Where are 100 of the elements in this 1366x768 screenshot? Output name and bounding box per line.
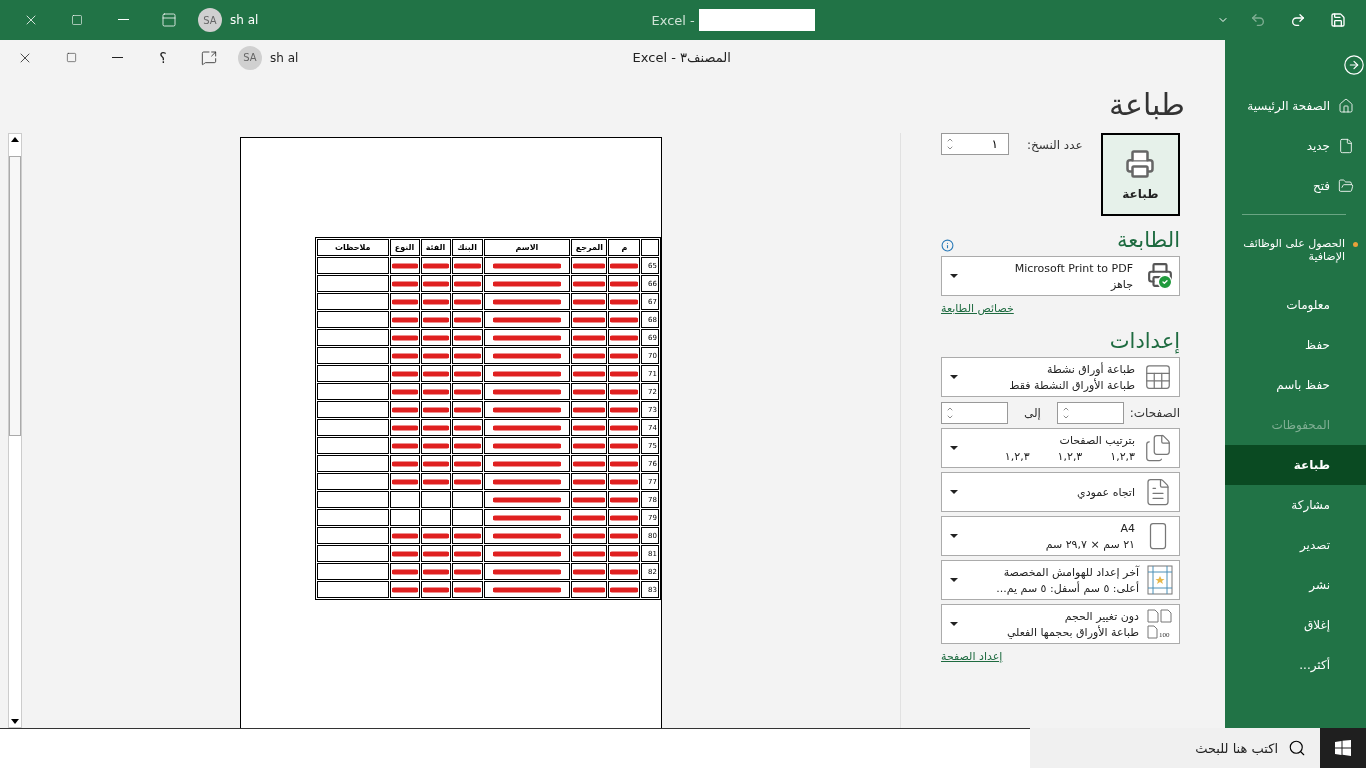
user-avatar[interactable]: SA [238,45,262,70]
redaction-mark [453,351,481,360]
column-header: الفئة [420,239,451,256]
help-button[interactable]: ؟ [140,40,186,75]
redaction-mark [492,405,561,414]
print-button[interactable]: طباعة [1100,133,1180,216]
redaction-mark [391,423,418,432]
redaction-mark [391,531,418,540]
section-heading: إعدادات [1109,329,1180,353]
redaction-mark [573,333,606,342]
redaction-mark [573,513,606,522]
redaction-mark [391,441,418,450]
redaction-mark [492,333,561,342]
sidebar-item[interactable]: حفظ [1225,325,1366,365]
caret-icon [950,446,958,450]
dropdown-subtitle: ٢١ سم × ٢٩,٧ سم [1044,537,1135,551]
settings-dropdown[interactable]: اتجاه عمودي [941,472,1180,512]
sidebar-item[interactable]: جديد [1225,126,1366,166]
redaction-mark [573,261,606,270]
redaction-mark [492,441,561,450]
redaction-mark [391,333,418,342]
redaction-mark [453,333,481,342]
redaction-mark [391,261,418,270]
redaction-mark [573,279,606,288]
redaction-mark [453,423,481,432]
collate-order: ١,٢,٣ [1110,449,1135,463]
page-setup-link[interactable]: إعداد الصفحة [941,650,1003,663]
redaction-mark [391,585,418,594]
dropdown-title: دون تغيير الحجم [1063,609,1139,623]
redaction-mark [422,315,449,324]
redaction-mark [453,585,481,594]
sidebar-item[interactable]: فتح [1225,166,1366,206]
caret-icon [950,274,958,278]
redaction-mark [573,405,606,414]
settings-dropdown[interactable]: بترتيب الصفحات ١,٢,٣ ١,٢,٣ ١,٢,٣ [941,428,1180,468]
feedback-icon [201,49,217,66]
redaction-mark [453,387,481,396]
redaction-mark [492,549,561,558]
redaction-mark [391,315,418,324]
sidebar-item[interactable]: حفظ باسم [1225,365,1366,405]
save-icon [1330,12,1346,28]
sidebar-item[interactable]: مشاركة [1225,485,1366,525]
start-button[interactable] [1320,728,1366,768]
copies-field[interactable]: ١ [941,133,1009,155]
back-button[interactable] [1342,54,1366,78]
minimize-icon [111,56,123,59]
redaction-mark [453,531,481,540]
folder-icon [1338,178,1354,194]
redaction-mark [610,495,639,504]
user-avatar[interactable]: SA [198,8,222,32]
redaction-mark [610,459,639,468]
redaction-mark [453,567,481,576]
dropdown-title: طباعة أوراق نشطة [1046,362,1135,376]
redaction-mark [492,567,561,576]
redaction-mark [610,567,639,576]
redaction-mark [573,567,606,576]
redaction-mark [610,351,639,360]
pages-to-field[interactable] [941,402,1008,424]
document-icon [1338,138,1354,154]
printer-properties-link[interactable]: خصائص الطابعة [941,302,1014,315]
pages-label: الصفحات: [1129,406,1180,420]
vertical-scrollbar[interactable] [8,133,22,728]
printer-name: Microsoft Print to PDF [1013,261,1133,275]
collate-order: ١,٢,٣ [1004,449,1030,463]
sidebar-item[interactable]: الصفحة الرئيسية [1225,86,1366,126]
user-name: sh al [270,50,299,65]
to-label: إلى [1022,406,1042,420]
redaction-mark [391,477,418,486]
pages-stack-icon [1143,433,1173,463]
minimize-icon [117,19,129,21]
redaction-mark [422,351,449,360]
printer-status: جاهز [1109,277,1133,291]
settings-dropdown[interactable]: آخر إعداد للهوامش المخصصة أعلى: ٥ سم أسفل: ٥ سم يم... [941,560,1180,600]
collate-order: ١,٢,٣ [1057,449,1083,463]
redaction-mark [492,477,561,486]
redaction-mark [492,387,561,396]
sidebar-item[interactable]: تصدير [1225,525,1366,565]
pages-from-field[interactable] [1056,402,1124,424]
redaction-mark [610,387,639,396]
window-title: Excel - المصنف٣ [632,50,731,65]
info-icon[interactable] [941,239,954,252]
sidebar-item[interactable]: أكثر... [1225,645,1366,685]
redaction-mark [610,333,639,342]
sidebar-item[interactable]: إغلاق [1225,605,1366,645]
redo-icon [1290,12,1306,28]
redaction-mark [573,531,606,540]
redaction-mark [610,531,639,540]
sidebar-item[interactable]: الحصول على الوظائف الإضافية [1225,227,1366,285]
sidebar-item[interactable]: طباعة [1225,445,1366,485]
settings-dropdown[interactable]: طباعة أوراق نشطة طباعة الأوراق النشطة فقط [941,357,1180,397]
redaction-mark [391,549,418,558]
redaction-mark [610,315,639,324]
printer-icon [1125,148,1156,179]
caret-icon [950,578,958,582]
redaction-mark [610,423,639,432]
redaction-mark [422,567,449,576]
sidebar-item[interactable]: نشر [1225,565,1366,605]
sidebar-item[interactable]: معلومات [1225,285,1366,325]
redaction-mark [492,531,561,540]
dropdown-title: اتجاه عمودي [1076,485,1135,499]
